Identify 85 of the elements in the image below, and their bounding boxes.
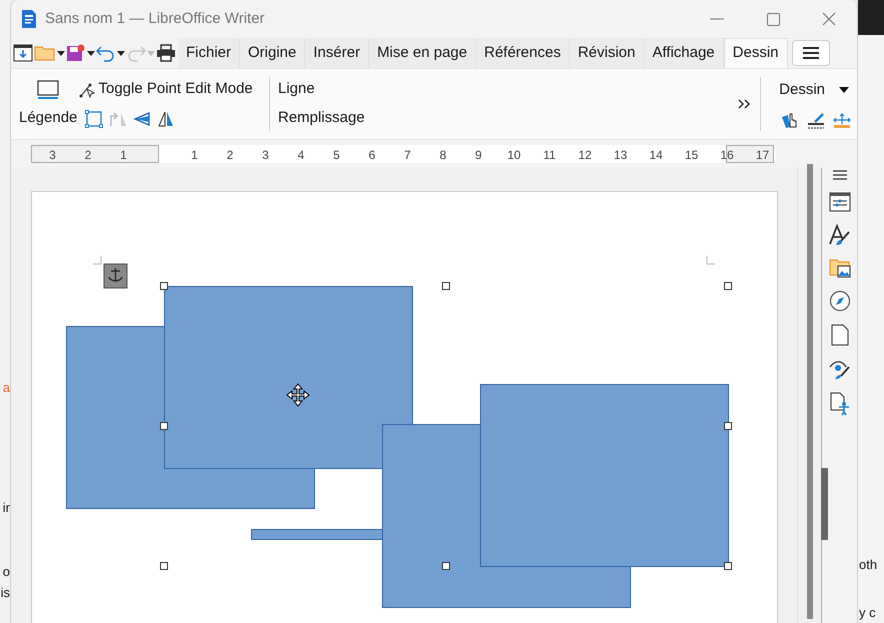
ruler-number: 6 <box>368 147 376 164</box>
compass-icon[interactable] <box>828 290 850 312</box>
selection-handle[interactable] <box>442 562 450 570</box>
toggle-point-edit-button[interactable]: Toggle Point Edit Mode <box>77 78 255 101</box>
image-folder-icon[interactable] <box>828 258 850 278</box>
ruler-number: 16 <box>720 147 734 164</box>
caret-icon[interactable] <box>117 50 125 56</box>
menu-button[interactable] <box>792 40 830 66</box>
properties-icon[interactable] <box>828 192 850 212</box>
anchor-icon[interactable] <box>104 264 128 288</box>
fill-button[interactable]: Remplissage <box>276 107 367 130</box>
double-chevron-icon[interactable] <box>738 99 752 109</box>
ribbon-tab[interactable]: Dessin <box>724 38 788 68</box>
selection-handle[interactable] <box>724 422 732 430</box>
ruler-number: 17 <box>756 147 770 164</box>
ribbon-tab[interactable]: Insérer <box>305 38 370 68</box>
sidebar-collapse-handle[interactable] <box>821 468 828 540</box>
ruler-number: 10 <box>507 147 521 164</box>
accessibility-page-icon[interactable] <box>830 392 850 416</box>
ruler-number: 3 <box>262 147 269 164</box>
ruler-number: 12 <box>578 147 592 164</box>
background-window-text: is <box>0 584 10 602</box>
legend-button[interactable]: Légende <box>17 107 80 130</box>
ribbon-tab[interactable]: Fichier <box>178 38 240 68</box>
writer-document-icon <box>21 9 37 29</box>
ribbon-tab[interactable]: Révision <box>570 38 644 68</box>
caret-icon[interactable] <box>87 50 95 56</box>
distort-icon[interactable] <box>133 110 152 128</box>
move-cursor-icon <box>286 383 310 407</box>
point-edit-icon <box>79 82 95 98</box>
close-icon <box>822 12 836 26</box>
ruler-number: 2 <box>226 147 234 164</box>
ribbon-tab[interactable]: Mise en page <box>369 38 476 68</box>
menu-icon[interactable] <box>832 170 846 180</box>
caret-icon <box>839 87 849 94</box>
font-brush-icon[interactable] <box>828 224 850 246</box>
line-style-icon[interactable] <box>807 113 825 130</box>
position-size-icon[interactable] <box>833 113 851 130</box>
selection-handle[interactable] <box>442 282 450 290</box>
undo-icon[interactable] <box>96 44 116 62</box>
ruler-number: 1 <box>191 147 198 164</box>
ruler-number: 8 <box>440 147 446 164</box>
background-window-text: ir <box>2 499 10 517</box>
background-window-text: o <box>2 563 10 581</box>
ruler-number: 2 <box>84 147 92 164</box>
window-title: Sans nom 1 — LibreOffice Writer <box>45 8 265 29</box>
selection-handle[interactable] <box>160 422 168 430</box>
page-corner-mark <box>92 256 102 264</box>
ruler-number: 9 <box>475 147 482 164</box>
drawing-dropdown[interactable]: Dessin <box>777 78 851 102</box>
save-icon[interactable] <box>66 44 86 62</box>
ruler-number: 3 <box>49 147 56 164</box>
maximize-icon <box>766 12 780 26</box>
caret-icon[interactable] <box>57 50 65 56</box>
ruler-number: 11 <box>543 147 556 164</box>
scrollbar-thumb[interactable] <box>806 164 812 619</box>
ruler-number: 15 <box>684 147 698 164</box>
selection-handle[interactable] <box>160 282 168 290</box>
background-window-text: oth <box>859 556 878 574</box>
ruler-number: 13 <box>614 147 628 164</box>
ruler-number: 14 <box>649 147 663 164</box>
ruler-number: 7 <box>404 147 411 164</box>
selection-handle[interactable] <box>160 562 168 570</box>
ribbon-tab[interactable]: Origine <box>240 38 306 68</box>
new-document-icon[interactable] <box>13 44 33 62</box>
minimize-icon <box>710 18 724 20</box>
page-icon[interactable] <box>830 324 848 346</box>
ruler-number: 4 <box>298 147 304 164</box>
selection-handle[interactable] <box>724 562 732 570</box>
hand-pointer-icon[interactable] <box>781 113 799 130</box>
eye-brush-icon[interactable] <box>828 358 850 380</box>
transform-icon[interactable] <box>85 110 104 128</box>
printer-icon[interactable] <box>156 44 176 62</box>
flip-icon[interactable] <box>157 110 176 128</box>
line-button[interactable]: Ligne <box>276 78 367 101</box>
ruler-number: 1 <box>120 147 127 164</box>
selection-handle[interactable] <box>724 282 732 290</box>
page-corner-mark <box>706 256 716 264</box>
ruler-number: 5 <box>333 147 340 164</box>
background-window-text: a <box>2 379 10 397</box>
ribbon-tab[interactable]: Affichage <box>644 38 724 68</box>
background-window-text: y c <box>859 604 876 622</box>
ribbon-tab[interactable]: Références <box>476 38 570 68</box>
rectangle-icon[interactable] <box>37 80 59 100</box>
menu-icon <box>802 47 819 59</box>
